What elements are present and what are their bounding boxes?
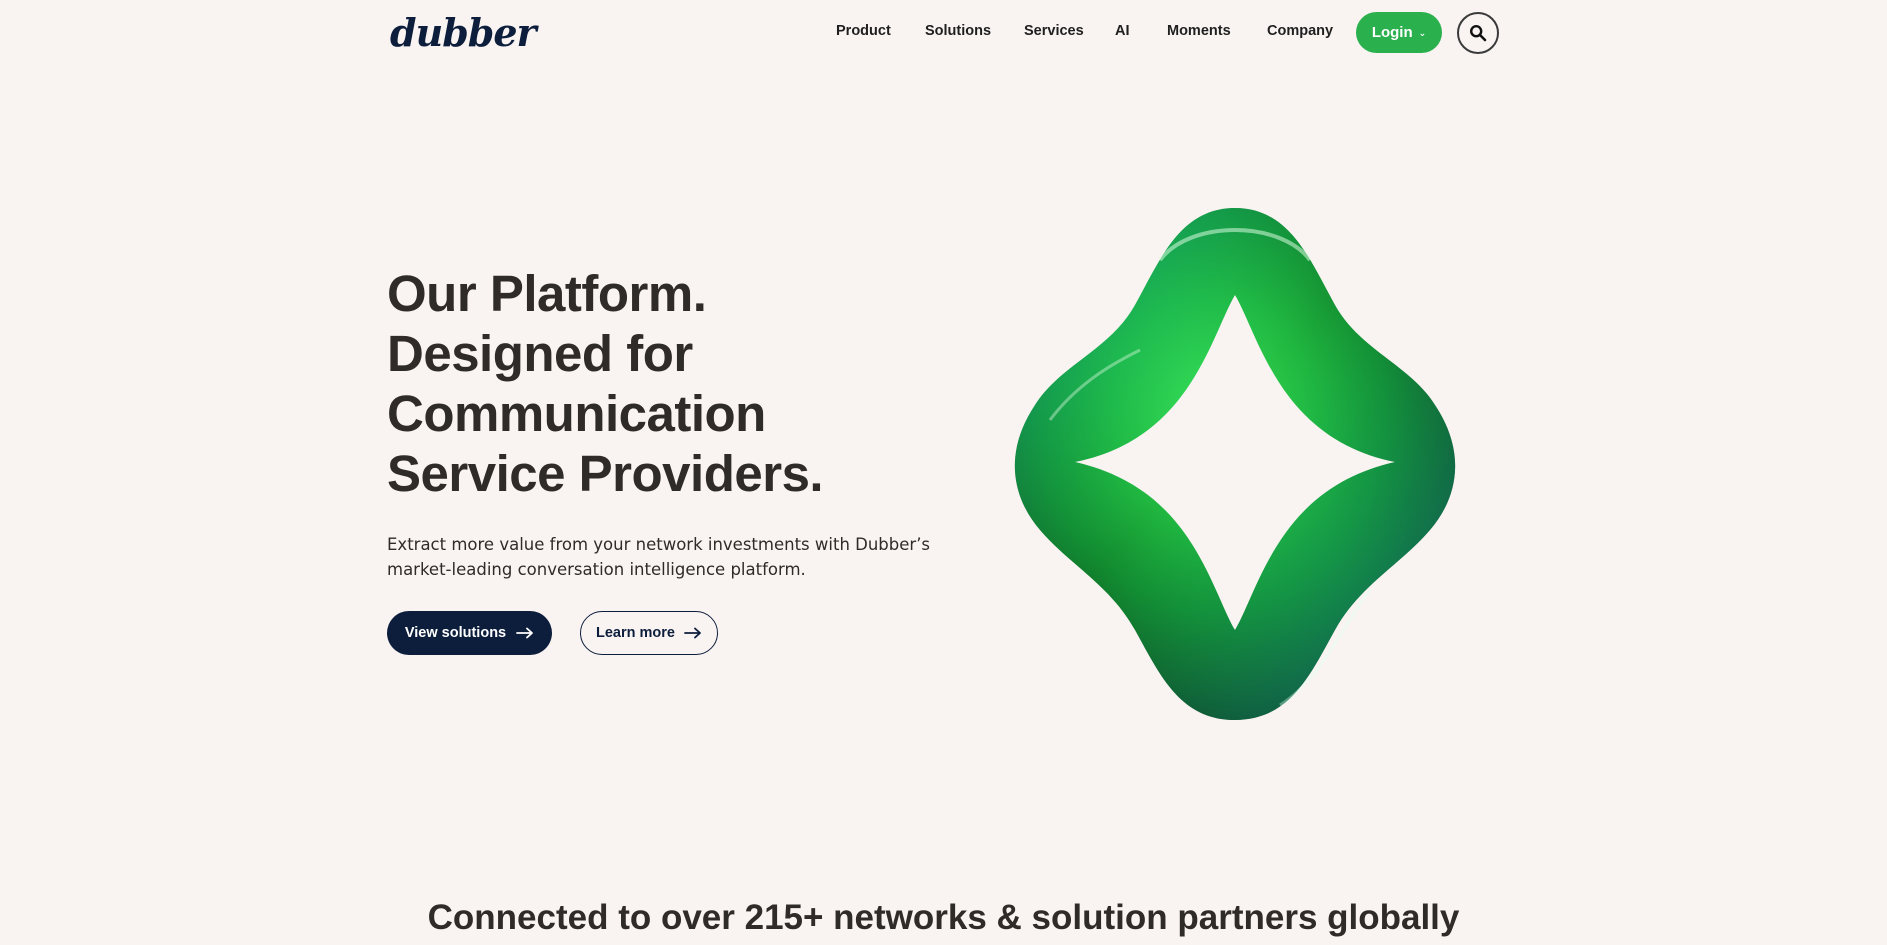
login-label: Login <box>1371 24 1413 41</box>
learn-more-button[interactable]: Learn more <box>580 611 718 655</box>
arrow-right-icon <box>684 627 701 639</box>
search-icon <box>1469 24 1487 42</box>
site-header: dubber Product Solutions Services AI Mom… <box>0 0 1887 66</box>
hero-subtitle: Extract more value from your network inv… <box>387 532 931 582</box>
nav-item-company[interactable]: Company <box>1267 23 1333 39</box>
nav-item-moments[interactable]: Moments <box>1167 23 1231 39</box>
dubber-logo[interactable]: dubber <box>390 10 537 55</box>
learn-more-label: Learn more <box>596 625 675 641</box>
search-button[interactable] <box>1457 12 1499 54</box>
hero-title-line: Our Platform. <box>387 265 707 322</box>
partners-heading: Connected to over 215+ networks & soluti… <box>427 898 1460 937</box>
hero-title-line: Communication <box>387 385 766 442</box>
hero-title: Our Platform. Designed for Communication… <box>387 264 947 504</box>
arrow-right-icon <box>516 627 534 639</box>
nav-item-solutions[interactable]: Solutions <box>925 23 991 39</box>
view-solutions-button[interactable]: View solutions <box>387 611 552 655</box>
nav-item-ai[interactable]: AI <box>1115 23 1130 39</box>
hero-title-line: Service Providers. <box>387 445 824 502</box>
hero-subtitle-line: market-leading conversation intelligence… <box>387 560 806 579</box>
hero-glass-shape-image <box>1014 208 1456 720</box>
nav-item-services[interactable]: Services <box>1024 23 1084 39</box>
hero-title-line: Designed for <box>387 325 693 382</box>
hero-subtitle-line: Extract more value from your network inv… <box>387 535 931 554</box>
login-button[interactable]: Login ⌄ <box>1356 12 1442 53</box>
chevron-down-icon: ⌄ <box>1418 27 1427 38</box>
nav-item-product[interactable]: Product <box>836 23 891 39</box>
view-solutions-label: View solutions <box>404 625 507 641</box>
